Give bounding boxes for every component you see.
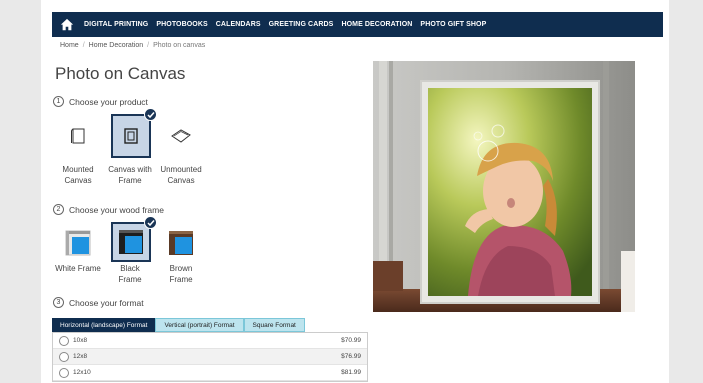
step-label: Choose your format (69, 297, 144, 308)
breadcrumb: Home / Home Decoration / Photo on canvas (60, 42, 205, 49)
step-number: 2 (53, 204, 64, 215)
tab-horizontal-format[interactable]: Horizontal (landscape) Format (52, 318, 156, 332)
nav-photobooks[interactable]: PHOTOBOOKS (156, 21, 207, 28)
brown-frame-icon (169, 231, 193, 255)
breadcrumb-separator: / (147, 42, 150, 49)
frame-brown[interactable] (162, 224, 200, 262)
frame-white[interactable] (59, 224, 97, 262)
frame-label-black: Black Frame (118, 264, 142, 284)
step-choose-frame: 2 Choose your wood frame (53, 204, 164, 215)
nav-calendars[interactable]: CALENDARS (216, 21, 261, 28)
size-price: $70.99 (341, 337, 361, 344)
step-label: Choose your product (69, 96, 148, 107)
frame-label-brown: Brown Frame (169, 264, 193, 284)
size-radio[interactable] (59, 335, 69, 346)
breadcrumb-current: Photo on canvas (153, 42, 206, 49)
product-unmounted-canvas[interactable] (162, 117, 200, 155)
nav-home-decoration[interactable]: HOME DECORATION (341, 21, 412, 28)
size-price-table: 10x8 $70.99 12x8 $76.99 12x10 $81.99 (52, 332, 368, 382)
breadcrumb-home-decoration[interactable]: Home Decoration (89, 42, 143, 49)
size-label: 12x10 (73, 369, 91, 376)
size-label: 12x8 (73, 353, 88, 360)
format-tabs: Horizontal (landscape) Format Vertical (… (52, 318, 305, 332)
unmounted-canvas-icon (171, 129, 191, 143)
tab-square-format[interactable]: Square Format (243, 318, 305, 332)
selected-check-icon (144, 216, 157, 229)
page-title: Photo on Canvas (55, 64, 186, 83)
white-frame-icon (65, 230, 91, 256)
product-label-mounted: Mounted Canvas (62, 165, 94, 185)
product-label-unmounted: Unmounted Canvas (160, 165, 202, 185)
table-row[interactable]: 10x8 $70.99 (53, 333, 367, 349)
product-mounted-canvas[interactable] (59, 117, 97, 155)
nav-greeting-cards[interactable]: GREETING CARDS (269, 21, 334, 28)
main-nav: DIGITAL PRINTING PHOTOBOOKS CALENDARS GR… (52, 12, 663, 37)
table-row[interactable]: 12x8 $76.99 (53, 349, 367, 365)
tab-vertical-format[interactable]: Vertical (portrait) Format (155, 318, 244, 332)
frame-label-white: White Frame (55, 264, 101, 273)
frame-black[interactable] (111, 216, 157, 262)
selected-check-icon (144, 108, 157, 121)
product-canvas-with-frame[interactable] (111, 108, 157, 158)
size-price: $81.99 (341, 369, 361, 376)
size-price: $76.99 (341, 353, 361, 360)
step-choose-format: 3 Choose your format (53, 297, 144, 308)
product-label-canvas-frame: Canvas with Frame (108, 165, 152, 185)
breadcrumb-home[interactable]: Home (60, 42, 79, 49)
step-number: 3 (53, 297, 64, 308)
size-radio[interactable] (59, 351, 69, 362)
black-frame-icon (119, 230, 143, 254)
step-number: 1 (53, 96, 64, 107)
step-label: Choose your wood frame (69, 204, 164, 215)
home-icon[interactable] (60, 18, 74, 32)
canvas-frame-icon (124, 128, 138, 144)
step-choose-product: 1 Choose your product (53, 96, 148, 107)
breadcrumb-separator: / (82, 42, 85, 49)
mounted-canvas-icon (71, 128, 85, 144)
nav-digital-printing[interactable]: DIGITAL PRINTING (84, 21, 148, 28)
product-preview-image (373, 61, 635, 312)
nav-photo-gift-shop[interactable]: PHOTO GIFT SHOP (420, 21, 486, 28)
table-row[interactable]: 12x10 $81.99 (53, 365, 367, 381)
size-radio[interactable] (59, 367, 69, 378)
size-label: 10x8 (73, 337, 88, 344)
page: DIGITAL PRINTING PHOTOBOOKS CALENDARS GR… (41, 0, 669, 383)
